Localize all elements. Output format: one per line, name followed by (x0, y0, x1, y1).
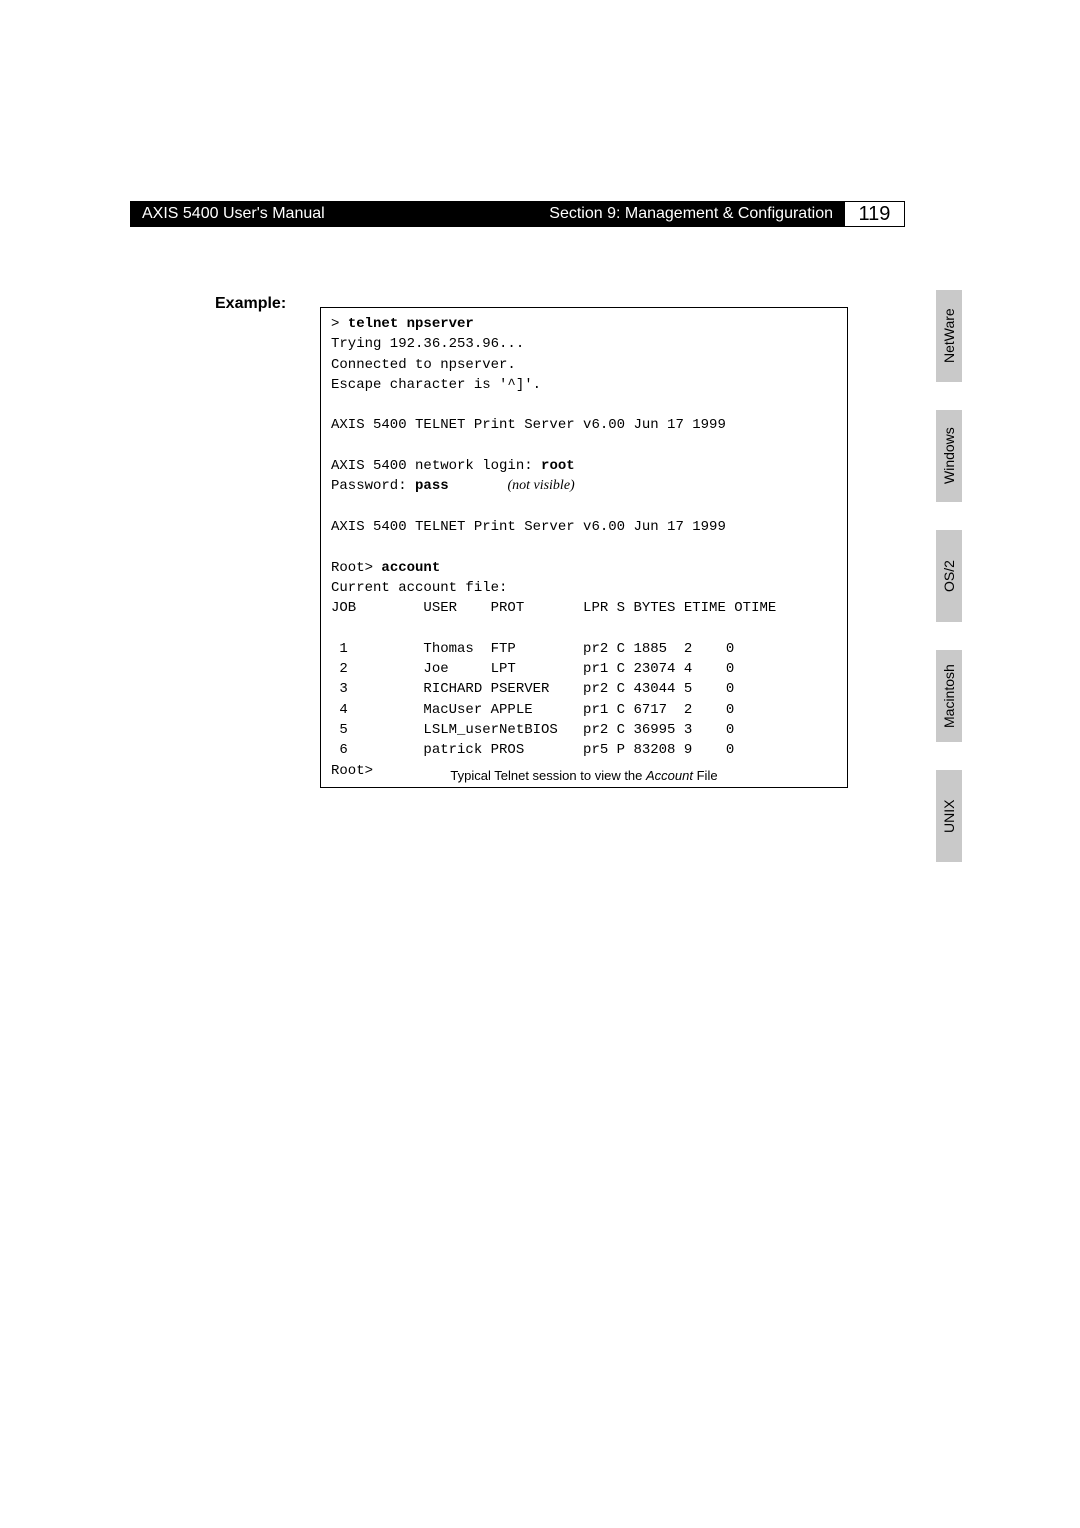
root-prompt: Root> (331, 560, 381, 576)
caption-pre: Typical Telnet session to view the (450, 768, 646, 783)
term-line: AXIS 5400 TELNET Print Server v6.00 Jun … (331, 519, 726, 535)
term-line: AXIS 5400 TELNET Print Server v6.00 Jun … (331, 417, 726, 433)
terminal-output: > telnet npserver Trying 192.36.253.96..… (320, 307, 848, 788)
table-row: 3 RICHARD PSERVER pr2 C 43044 5 0 (331, 681, 734, 697)
table-row: 4 MacUser APPLE pr1 C 6717 2 0 (331, 702, 734, 718)
caption-post: File (693, 768, 718, 783)
page-header: AXIS 5400 User's Manual Section 9: Manag… (130, 201, 905, 227)
prompt: > (331, 316, 348, 332)
term-line: AXIS 5400 network login: (331, 458, 541, 474)
table-row: 2 Joe LPT pr1 C 23074 4 0 (331, 661, 734, 677)
pad (449, 478, 508, 494)
manual-title: AXIS 5400 User's Manual (142, 205, 385, 223)
section-title: Section 9: Management & Configuration (385, 205, 833, 223)
side-tabs: NetWare Windows OS/2 Macintosh UNIX (936, 290, 962, 862)
term-line: Current account file: (331, 580, 507, 596)
login-user: root (541, 458, 575, 474)
header-bar: AXIS 5400 User's Manual Section 9: Manag… (130, 201, 845, 227)
table-row: 5 LSLM_userNetBIOS pr2 C 36995 3 0 (331, 722, 734, 738)
table-row: 1 Thomas FTP pr2 C 1885 2 0 (331, 641, 734, 657)
tab-os2[interactable]: OS/2 (936, 530, 962, 622)
login-pass: pass (415, 478, 449, 494)
cmd-account: account (381, 560, 440, 576)
term-line: Connected to npserver. (331, 357, 516, 373)
tab-macintosh[interactable]: Macintosh (936, 650, 962, 742)
table-row: 6 patrick PROS pr5 P 83208 9 0 (331, 742, 734, 758)
tab-netware[interactable]: NetWare (936, 290, 962, 382)
figure-caption: Typical Telnet session to view the Accou… (320, 768, 848, 783)
example-heading: Example: (215, 295, 286, 313)
term-line: Escape character is '^]'. (331, 377, 541, 393)
term-line: Password: (331, 478, 415, 494)
caption-ital: Account (646, 768, 693, 783)
term-line: Trying 192.36.253.96... (331, 336, 524, 352)
tab-unix[interactable]: UNIX (936, 770, 962, 862)
table-header: JOB USER PROT LPR S BYTES ETIME OTIME (331, 600, 776, 616)
tab-windows[interactable]: Windows (936, 410, 962, 502)
cmd-telnet: telnet npserver (348, 316, 474, 332)
page-number: 119 (845, 201, 905, 227)
not-visible-note: (not visible) (507, 478, 574, 493)
